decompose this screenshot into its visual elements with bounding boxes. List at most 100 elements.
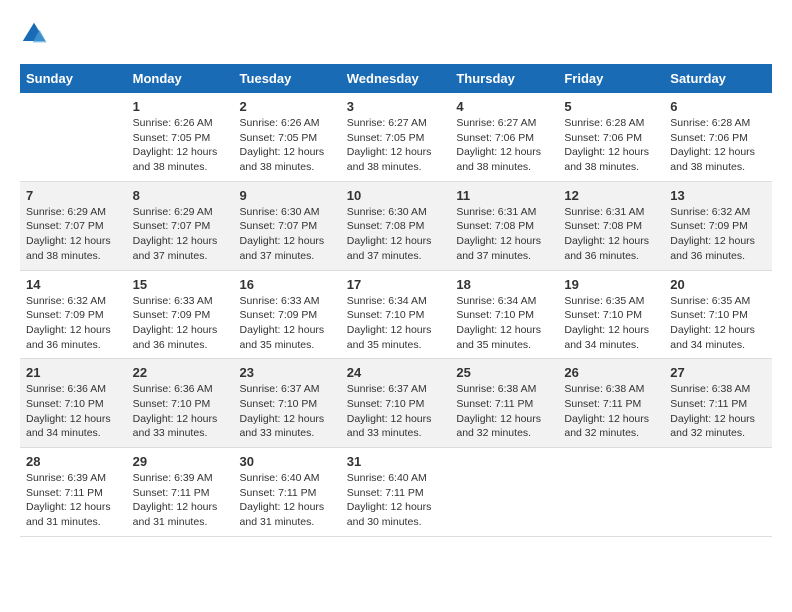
day-info: Sunrise: 6:29 AM Sunset: 7:07 PM Dayligh…	[133, 205, 228, 264]
calendar-cell: 31Sunrise: 6:40 AM Sunset: 7:11 PM Dayli…	[341, 448, 451, 537]
day-number: 15	[133, 277, 228, 292]
day-info: Sunrise: 6:32 AM Sunset: 7:09 PM Dayligh…	[670, 205, 766, 264]
header-day-wednesday: Wednesday	[341, 64, 451, 93]
calendar-cell: 14Sunrise: 6:32 AM Sunset: 7:09 PM Dayli…	[20, 270, 127, 359]
calendar-cell: 25 Sunrise: 6:38 AM Sunset: 7:11 PM Dayli…	[450, 359, 558, 448]
calendar-cell: 11 Sunrise: 6:31 AM Sunset: 7:08 PM Dayli…	[450, 181, 558, 270]
day-number: 21	[26, 365, 121, 380]
day-info: Sunrise: 6:34 AM Sunset: 7:10 PM Dayligh…	[456, 294, 552, 353]
calendar-body: 1 Sunrise: 6:26 AM Sunset: 7:05 PM Daylig…	[20, 93, 772, 536]
header-day-sunday: Sunday	[20, 64, 127, 93]
day-info: Sunrise: 6:26 AM Sunset: 7:05 PM Dayligh…	[240, 116, 335, 175]
calendar-cell: 16 Sunrise: 6:33 AM Sunset: 7:09 PM Dayli…	[234, 270, 341, 359]
day-number: 22	[133, 365, 228, 380]
day-number: 30	[240, 454, 335, 469]
day-info: Sunrise: 6:31 AM Sunset: 7:08 PM Dayligh…	[564, 205, 658, 264]
calendar-table: SundayMondayTuesdayWednesdayThursdayFrid…	[20, 64, 772, 537]
day-number: 3	[347, 99, 445, 114]
day-info: Sunrise: 6:37 AM Sunset: 7:10 PM Dayligh…	[240, 382, 335, 441]
logo	[20, 20, 52, 48]
day-number: 26	[564, 365, 658, 380]
calendar-cell: 1 Sunrise: 6:26 AM Sunset: 7:05 PM Daylig…	[127, 93, 234, 181]
week-row-0: 1 Sunrise: 6:26 AM Sunset: 7:05 PM Daylig…	[20, 93, 772, 181]
day-number: 27	[670, 365, 766, 380]
calendar-cell: 28 Sunrise: 6:39 AM Sunset: 7:11 PM Dayli…	[20, 448, 127, 537]
calendar-cell	[558, 448, 664, 537]
day-number: 24	[347, 365, 445, 380]
day-number: 29	[133, 454, 228, 469]
day-info: Sunrise: 6:36 AM Sunset: 7:10 PM Dayligh…	[133, 382, 228, 441]
header-row: SundayMondayTuesdayWednesdayThursdayFrid…	[20, 64, 772, 93]
day-info: Sunrise: 6:32 AM Sunset: 7:09 PM Dayligh…	[26, 294, 121, 353]
day-info: Sunrise: 6:38 AM Sunset: 7:11 PM Dayligh…	[456, 382, 552, 441]
week-row-3: 21 Sunrise: 6:36 AM Sunset: 7:10 PM Dayli…	[20, 359, 772, 448]
calendar-cell: 23 Sunrise: 6:37 AM Sunset: 7:10 PM Dayli…	[234, 359, 341, 448]
day-info: Sunrise: 6:30 AM Sunset: 7:08 PM Dayligh…	[347, 205, 445, 264]
day-info: Sunrise: 6:35 AM Sunset: 7:10 PM Dayligh…	[670, 294, 766, 353]
day-info: Sunrise: 6:31 AM Sunset: 7:08 PM Dayligh…	[456, 205, 552, 264]
calendar-cell: 18 Sunrise: 6:34 AM Sunset: 7:10 PM Dayli…	[450, 270, 558, 359]
day-info: Sunrise: 6:33 AM Sunset: 7:09 PM Dayligh…	[133, 294, 228, 353]
day-info: Sunrise: 6:26 AM Sunset: 7:05 PM Dayligh…	[133, 116, 228, 175]
day-number: 6	[670, 99, 766, 114]
calendar-header: SundayMondayTuesdayWednesdayThursdayFrid…	[20, 64, 772, 93]
day-number: 12	[564, 188, 658, 203]
week-row-4: 28 Sunrise: 6:39 AM Sunset: 7:11 PM Dayli…	[20, 448, 772, 537]
day-number: 17	[347, 277, 445, 292]
day-number: 5	[564, 99, 658, 114]
day-number: 20	[670, 277, 766, 292]
day-info: Sunrise: 6:28 AM Sunset: 7:06 PM Dayligh…	[670, 116, 766, 175]
calendar-cell: 7Sunrise: 6:29 AM Sunset: 7:07 PM Daylig…	[20, 181, 127, 270]
day-info: Sunrise: 6:38 AM Sunset: 7:11 PM Dayligh…	[670, 382, 766, 441]
day-info: Sunrise: 6:35 AM Sunset: 7:10 PM Dayligh…	[564, 294, 658, 353]
header-day-saturday: Saturday	[664, 64, 772, 93]
calendar-cell: 4 Sunrise: 6:27 AM Sunset: 7:06 PM Daylig…	[450, 93, 558, 181]
calendar-cell: 9Sunrise: 6:30 AM Sunset: 7:07 PM Daylig…	[234, 181, 341, 270]
day-number: 25	[456, 365, 552, 380]
day-info: Sunrise: 6:40 AM Sunset: 7:11 PM Dayligh…	[240, 471, 335, 530]
day-number: 16	[240, 277, 335, 292]
calendar-cell: 3 Sunrise: 6:27 AM Sunset: 7:05 PM Daylig…	[341, 93, 451, 181]
calendar-cell: 27 Sunrise: 6:38 AM Sunset: 7:11 PM Dayli…	[664, 359, 772, 448]
calendar-cell: 6 Sunrise: 6:28 AM Sunset: 7:06 PM Daylig…	[664, 93, 772, 181]
calendar-cell: 20 Sunrise: 6:35 AM Sunset: 7:10 PM Dayli…	[664, 270, 772, 359]
day-number: 8	[133, 188, 228, 203]
week-row-1: 7Sunrise: 6:29 AM Sunset: 7:07 PM Daylig…	[20, 181, 772, 270]
day-info: Sunrise: 6:29 AM Sunset: 7:07 PM Dayligh…	[26, 205, 121, 264]
header-day-monday: Monday	[127, 64, 234, 93]
calendar-cell: 26 Sunrise: 6:38 AM Sunset: 7:11 PM Dayli…	[558, 359, 664, 448]
logo-icon	[20, 20, 48, 48]
day-number: 18	[456, 277, 552, 292]
day-number: 4	[456, 99, 552, 114]
calendar-cell: 19Sunrise: 6:35 AM Sunset: 7:10 PM Dayli…	[558, 270, 664, 359]
day-info: Sunrise: 6:27 AM Sunset: 7:05 PM Dayligh…	[347, 116, 445, 175]
day-info: Sunrise: 6:27 AM Sunset: 7:06 PM Dayligh…	[456, 116, 552, 175]
day-number: 28	[26, 454, 121, 469]
calendar-cell	[450, 448, 558, 537]
calendar-cell: 12 Sunrise: 6:31 AM Sunset: 7:08 PM Dayli…	[558, 181, 664, 270]
calendar-cell: 29 Sunrise: 6:39 AM Sunset: 7:11 PM Dayli…	[127, 448, 234, 537]
day-number: 31	[347, 454, 445, 469]
calendar-cell: 22 Sunrise: 6:36 AM Sunset: 7:10 PM Dayli…	[127, 359, 234, 448]
day-info: Sunrise: 6:39 AM Sunset: 7:11 PM Dayligh…	[133, 471, 228, 530]
calendar-cell: 17Sunrise: 6:34 AM Sunset: 7:10 PM Dayli…	[341, 270, 451, 359]
day-info: Sunrise: 6:33 AM Sunset: 7:09 PM Dayligh…	[240, 294, 335, 353]
day-number: 13	[670, 188, 766, 203]
calendar-cell: 8 Sunrise: 6:29 AM Sunset: 7:07 PM Daylig…	[127, 181, 234, 270]
header-day-tuesday: Tuesday	[234, 64, 341, 93]
calendar-cell: 10Sunrise: 6:30 AM Sunset: 7:08 PM Dayli…	[341, 181, 451, 270]
day-number: 9	[240, 188, 335, 203]
page-header	[20, 20, 772, 48]
day-number: 11	[456, 188, 552, 203]
day-info: Sunrise: 6:39 AM Sunset: 7:11 PM Dayligh…	[26, 471, 121, 530]
day-number: 1	[133, 99, 228, 114]
header-day-friday: Friday	[558, 64, 664, 93]
calendar-cell: 13 Sunrise: 6:32 AM Sunset: 7:09 PM Dayli…	[664, 181, 772, 270]
day-info: Sunrise: 6:28 AM Sunset: 7:06 PM Dayligh…	[564, 116, 658, 175]
calendar-cell: 2Sunrise: 6:26 AM Sunset: 7:05 PM Daylig…	[234, 93, 341, 181]
day-number: 23	[240, 365, 335, 380]
calendar-cell: 30 Sunrise: 6:40 AM Sunset: 7:11 PM Dayli…	[234, 448, 341, 537]
day-info: Sunrise: 6:38 AM Sunset: 7:11 PM Dayligh…	[564, 382, 658, 441]
calendar-cell: 21Sunrise: 6:36 AM Sunset: 7:10 PM Dayli…	[20, 359, 127, 448]
calendar-cell: 5 Sunrise: 6:28 AM Sunset: 7:06 PM Daylig…	[558, 93, 664, 181]
